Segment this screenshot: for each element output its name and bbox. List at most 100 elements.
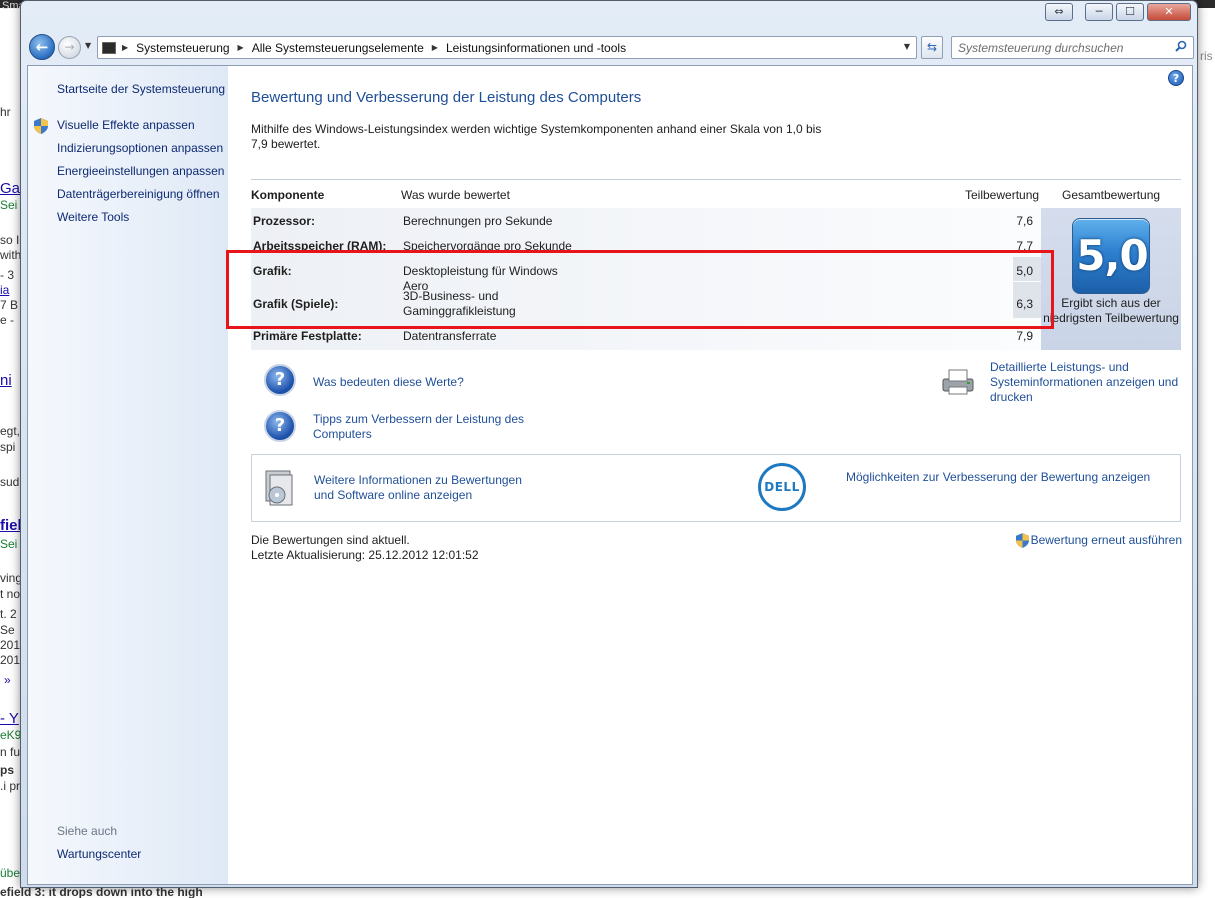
- breadcrumb-item[interactable]: Alle Systemsteuerungselemente: [252, 41, 424, 55]
- background-fragment: eK9: [0, 728, 22, 742]
- background-fragment: n fu: [0, 745, 21, 759]
- control-panel-window: ⇔ ─ ☐ ✕ ← → ▼ ▶ Systemsteuerung ▶ Alle S…: [20, 0, 1198, 888]
- background-fragment: Sei: [0, 537, 18, 551]
- sidebar-item-disk-cleanup[interactable]: Datenträgerbereinigung öffnen: [57, 187, 220, 201]
- background-fragment: - Y: [0, 710, 19, 727]
- background-fragment: 7 B: [0, 298, 19, 312]
- header-component: Komponente: [251, 188, 325, 202]
- row-score: 6,3: [1016, 297, 1033, 311]
- score-table: Komponente Was wurde bewertet Teilbewert…: [251, 176, 1181, 351]
- question-icon: ?: [264, 364, 296, 396]
- window-controls: ─ ☐ ✕: [1085, 3, 1191, 21]
- sidebar-item-action-center[interactable]: Wartungscenter: [57, 847, 141, 861]
- background-fragment: hr: [0, 105, 11, 119]
- background-fragment: egt,: [0, 424, 21, 438]
- what-values-link[interactable]: Was bedeuten diese Werte?: [313, 375, 464, 390]
- background-fragment: ving: [0, 571, 23, 585]
- table-body: Prozessor: Berechnungen pro Sekunde 7,6 …: [251, 208, 1041, 350]
- row-score: 7,6: [1016, 214, 1033, 228]
- improve-score-link[interactable]: Möglichkeiten zur Verbesserung der Bewer…: [846, 470, 1150, 485]
- background-fragment: Se: [0, 623, 15, 637]
- software-box-icon: [265, 470, 293, 506]
- background-fragment: ps: [0, 763, 15, 777]
- main-panel: ? Bewertung und Verbesserung der Leistun…: [228, 66, 1192, 884]
- back-button[interactable]: ←: [29, 34, 55, 60]
- uac-shield-icon: [1015, 533, 1029, 548]
- row-component: Primäre Festplatte:: [253, 329, 362, 343]
- header-subscore: Teilbewertung: [965, 188, 1040, 202]
- status-last-update: Letzte Aktualisierung: 25.12.2012 12:01:…: [251, 548, 479, 562]
- breadcrumb-item[interactable]: Systemsteuerung: [136, 41, 229, 55]
- more-info-link[interactable]: Weitere Informationen zu Bewertungen und…: [314, 473, 534, 503]
- sidebar-item-indexing[interactable]: Indizierungsoptionen anpassen: [57, 141, 223, 155]
- row-what: Berechnungen pro Sekunde: [403, 214, 553, 228]
- row-component: Arbeitsspeicher (RAM):: [253, 239, 387, 253]
- search-input[interactable]: Systemsteuerung durchsuchen: [951, 36, 1194, 59]
- row-what: Speichervorgänge pro Sekunde: [403, 239, 572, 253]
- intro-text: Mithilfe des Windows-Leistungsindex werd…: [251, 122, 822, 151]
- row-component: Prozessor:: [253, 214, 316, 228]
- breadcrumb-item[interactable]: Leistungsinformationen und -tools: [446, 41, 626, 55]
- window-switch-button[interactable]: ⇔: [1045, 3, 1073, 21]
- switch-icon: ⇔: [1045, 3, 1073, 21]
- question-icon: ?: [264, 410, 296, 442]
- row-score: 7,9: [1016, 329, 1033, 343]
- background-fragment: Ga: [0, 180, 21, 197]
- sidebar-item-more-tools[interactable]: Weitere Tools: [57, 210, 129, 224]
- sidebar-item-power[interactable]: Energieeinstellungen anpassen: [57, 164, 224, 178]
- see-also-heading: Siehe auch: [57, 824, 118, 838]
- background-fragment: spi: [0, 440, 16, 454]
- header-total: Gesamtbewertung: [1062, 188, 1161, 202]
- forward-arrow-icon: →: [64, 40, 75, 54]
- help-icon[interactable]: ?: [1168, 70, 1184, 86]
- address-dropdown-icon[interactable]: ▼: [904, 42, 910, 51]
- content-area: Startseite der Systemsteuerung Visuelle …: [27, 65, 1193, 885]
- background-fragment: - 3: [0, 268, 15, 282]
- maximize-button[interactable]: ☐: [1116, 3, 1144, 21]
- background-fragment: .i pr: [0, 779, 21, 793]
- history-dropdown-icon[interactable]: ▼: [85, 41, 91, 50]
- back-arrow-icon: ←: [35, 38, 49, 56]
- minimize-button[interactable]: ─: [1085, 3, 1113, 21]
- close-button[interactable]: ✕: [1147, 3, 1191, 21]
- tips-link[interactable]: Tipps zum Verbessern der Leistung des Co…: [313, 412, 533, 442]
- total-score-panel: 5,0 Ergibt sich aus der niedrigsten Teil…: [1041, 208, 1181, 350]
- sidebar-item-visual-effects[interactable]: Visuelle Effekte anpassen: [57, 118, 195, 132]
- background-fragment: with: [0, 248, 22, 262]
- background-fragment: fiel: [0, 517, 22, 534]
- rerun-assessment-button[interactable]: Bewertung erneut ausführen: [1015, 533, 1182, 548]
- row-what: 3D-Business- und Gaminggrafikleistung: [403, 289, 516, 318]
- background-fragment: 201: [0, 638, 21, 652]
- breadcrumb-separator-icon[interactable]: ▶: [122, 43, 128, 52]
- background-fragment: ia: [0, 283, 10, 297]
- total-score-value: 5,0: [1076, 231, 1148, 280]
- refresh-button[interactable]: ⇆: [921, 36, 943, 59]
- background-fragment: t. 2: [0, 607, 17, 621]
- sidebar: Startseite der Systemsteuerung Visuelle …: [28, 66, 228, 884]
- details-link[interactable]: Detaillierte Leistungs- und Systeminform…: [990, 360, 1185, 405]
- row-score: 7,7: [1016, 239, 1033, 253]
- background-fragment: übe: [0, 866, 21, 880]
- background-fragment: ni: [0, 372, 12, 389]
- search-icon[interactable]: [1175, 40, 1187, 52]
- total-score-caption: Ergibt sich aus der niedrigsten Teilbewe…: [1043, 296, 1179, 325]
- dell-logo[interactable]: DELL: [758, 463, 806, 511]
- address-bar[interactable]: ▶ Systemsteuerung ▶ Alle Systemsteuerung…: [97, 36, 917, 59]
- header-what: Was wurde bewertet: [401, 188, 510, 202]
- breadcrumb: Systemsteuerung ▶ Alle Systemsteuerungse…: [136, 41, 626, 55]
- printer-icon: [942, 369, 974, 395]
- row-component: Grafik (Spiele):: [253, 297, 339, 311]
- status-current: Die Bewertungen sind aktuell.: [251, 533, 410, 547]
- background-fragment: 201: [0, 653, 21, 667]
- row-what: Datentransferrate: [403, 329, 497, 343]
- forward-button[interactable]: →: [58, 36, 81, 59]
- search-placeholder: Systemsteuerung durchsuchen: [958, 40, 1124, 55]
- refresh-icon: ⇆: [926, 40, 938, 54]
- breadcrumb-separator-icon[interactable]: ▶: [432, 43, 438, 52]
- background-fragment: so I': [0, 233, 22, 247]
- breadcrumb-separator-icon[interactable]: ▶: [238, 43, 244, 52]
- sidebar-item-home[interactable]: Startseite der Systemsteuerung: [57, 82, 225, 96]
- offers-box: Weitere Informationen zu Bewertungen und…: [251, 454, 1181, 522]
- background-fragment: Sei: [0, 198, 18, 212]
- table-divider: [251, 179, 1181, 180]
